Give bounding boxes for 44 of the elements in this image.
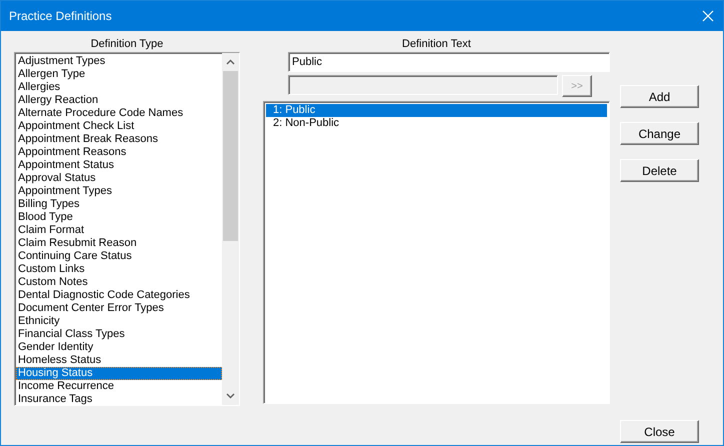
field-heading: Definition Text bbox=[402, 37, 471, 52]
list-item[interactable]: Allergen Type bbox=[16, 68, 222, 81]
close-icon[interactable] bbox=[702, 10, 714, 22]
list-item[interactable]: Homeless Status bbox=[16, 354, 222, 367]
list-item[interactable]: Custom Notes bbox=[16, 276, 222, 289]
list-item[interactable]: Continuing Care Status bbox=[16, 250, 222, 263]
list-item[interactable]: Appointment Reasons bbox=[16, 146, 222, 159]
list-item[interactable]: Approval Status bbox=[16, 172, 222, 185]
list-item[interactable]: Claim Resubmit Reason bbox=[16, 237, 222, 250]
close-button[interactable]: Close bbox=[620, 420, 699, 443]
list-item[interactable]: Income Recurrence bbox=[16, 380, 222, 393]
list-item[interactable]: Dental Diagnostic Code Categories bbox=[16, 289, 222, 302]
list-item[interactable]: Claim Format bbox=[16, 224, 222, 237]
list-item[interactable]: Billing Types bbox=[16, 198, 222, 211]
list-item[interactable]: Allergy Reaction bbox=[16, 94, 222, 107]
list-item[interactable]: Alternate Procedure Code Names bbox=[16, 107, 222, 120]
list-item[interactable]: Blood Type bbox=[16, 211, 222, 224]
scroll-up-icon[interactable] bbox=[226, 59, 235, 65]
type-list[interactable] bbox=[14, 52, 240, 406]
action-button[interactable]: Add bbox=[620, 85, 699, 108]
scroll-down-icon[interactable] bbox=[226, 393, 235, 399]
action-button[interactable]: Delete bbox=[620, 159, 699, 182]
list-item[interactable]: Appointment Status bbox=[16, 159, 222, 172]
window-title: Practice Definitions bbox=[9, 9, 112, 23]
list-item[interactable]: Adjustment Types bbox=[16, 55, 222, 68]
list-item[interactable]: Appointment Check List bbox=[16, 120, 222, 133]
list-item[interactable]: Appointment Break Reasons bbox=[16, 133, 222, 146]
list-item[interactable]: Financial Class Types bbox=[16, 328, 222, 341]
list-item[interactable]: Gender Identity bbox=[16, 341, 222, 354]
list-item[interactable]: Appointment Types bbox=[16, 185, 222, 198]
list-item[interactable]: Custom Links bbox=[16, 263, 222, 276]
action-button[interactable]: Change bbox=[620, 122, 699, 145]
list-item[interactable]: Ethnicity bbox=[16, 315, 222, 328]
list-heading: Definition Type bbox=[90, 37, 164, 52]
list-item[interactable]: 1: Public bbox=[266, 104, 607, 117]
definition-field[interactable]: Public bbox=[288, 52, 610, 72]
list-item[interactable]: Document Center Error Types bbox=[16, 302, 222, 315]
definition-list[interactable]: 1: Public 2: Non-Public bbox=[263, 101, 610, 404]
list-item[interactable]: Insurance Tags bbox=[16, 393, 222, 405]
list-item[interactable]: Housing Status bbox=[16, 367, 222, 380]
scrollbar[interactable] bbox=[222, 53, 239, 405]
scrollbar-thumb[interactable] bbox=[223, 71, 238, 241]
list-item[interactable]: 2: Non-Public bbox=[266, 117, 607, 130]
list-item[interactable]: Allergies bbox=[16, 81, 222, 94]
